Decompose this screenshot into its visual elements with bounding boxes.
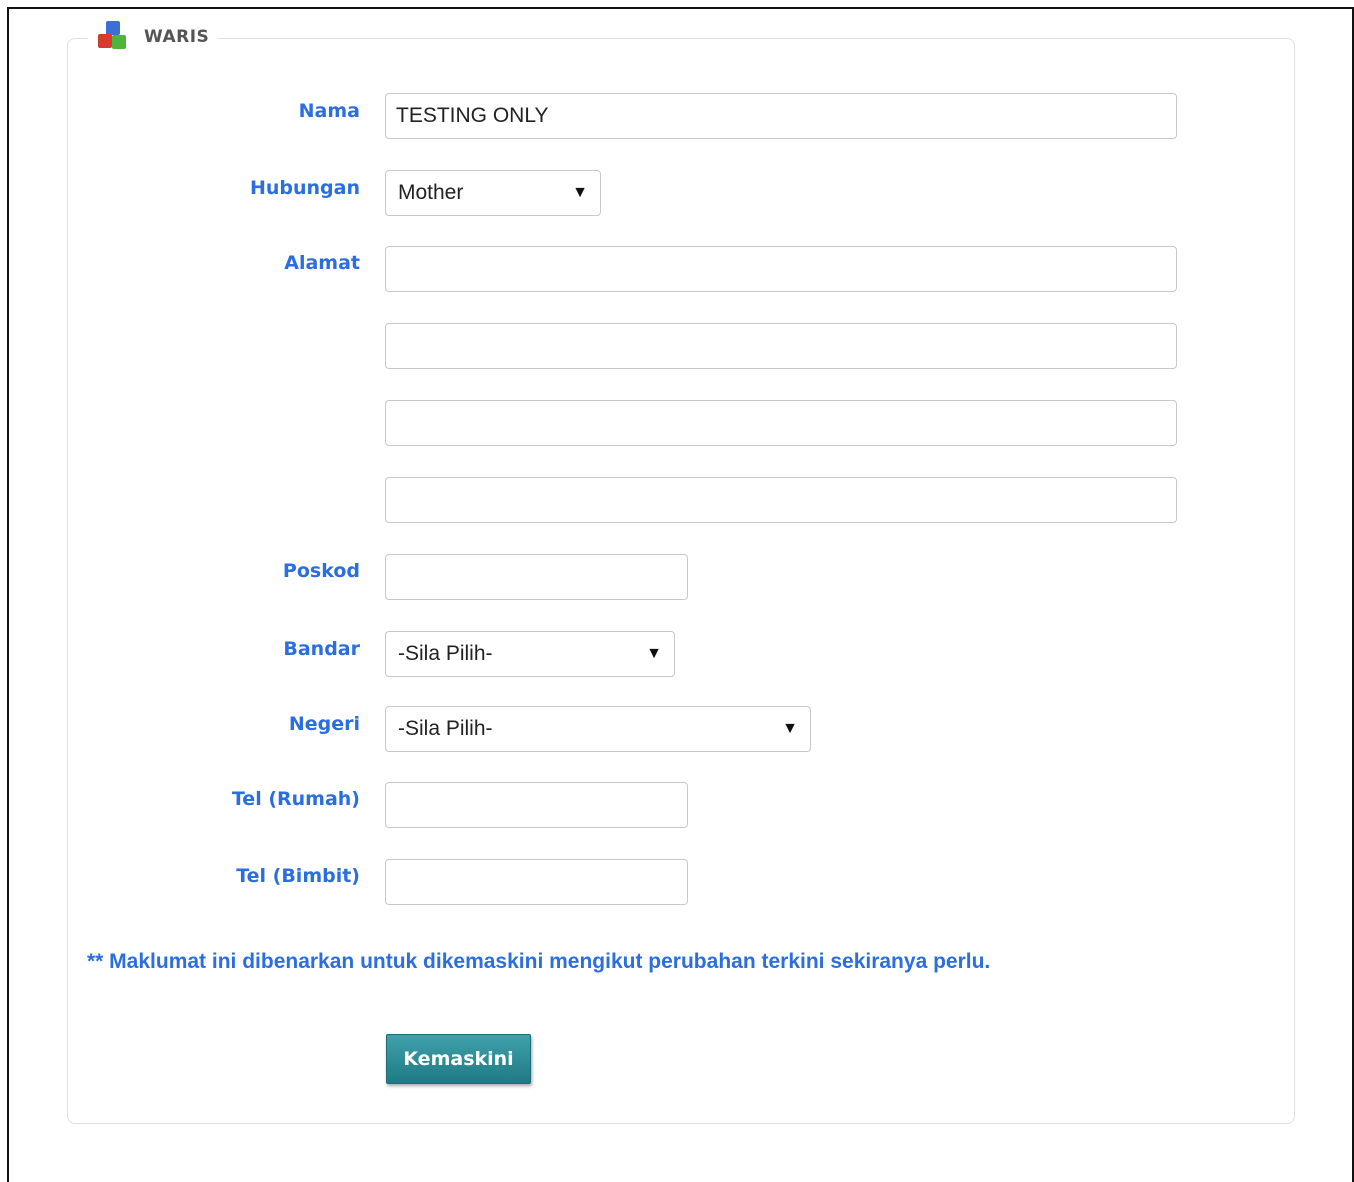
- tel-rumah-label: Tel (Rumah): [231, 788, 360, 810]
- bandar-selected: -Sila Pilih-: [398, 642, 493, 665]
- negeri-label: Negeri: [288, 713, 360, 735]
- negeri-select[interactable]: -Sila Pilih- ▼: [385, 706, 811, 752]
- alamat-input-1[interactable]: [385, 246, 1177, 292]
- info-note: ** Maklumat ini dibenarkan untuk dikemas…: [87, 950, 991, 973]
- poskod-label: Poskod: [282, 560, 360, 582]
- alamat-input-2[interactable]: [385, 323, 1177, 369]
- bandar-label: Bandar: [283, 638, 360, 660]
- alamat-input-3[interactable]: [385, 400, 1177, 446]
- tel-bimbit-label: Tel (Bimbit): [236, 865, 360, 887]
- poskod-input[interactable]: [385, 554, 688, 600]
- tel-bimbit-input[interactable]: [385, 859, 688, 905]
- hubungan-label: Hubungan: [249, 177, 360, 199]
- tel-rumah-input[interactable]: [385, 782, 688, 828]
- section-title: WARIS: [144, 27, 210, 47]
- dropdown-arrow-icon: ▼: [572, 184, 588, 201]
- alamat-label: Alamat: [284, 252, 360, 274]
- kemaskini-button[interactable]: Kemaskini: [386, 1034, 531, 1084]
- nama-label: Nama: [298, 100, 360, 122]
- negeri-selected: -Sila Pilih-: [398, 717, 493, 740]
- alamat-input-4[interactable]: [385, 477, 1177, 523]
- nama-input[interactable]: TESTING ONLY: [385, 93, 1177, 139]
- dropdown-arrow-icon: ▼: [646, 645, 662, 662]
- section-legend: WARIS: [88, 19, 218, 55]
- blocks-icon: [96, 21, 130, 53]
- hubungan-select[interactable]: Mother ▼: [385, 170, 601, 216]
- dropdown-arrow-icon: ▼: [782, 720, 798, 737]
- hubungan-selected: Mother: [398, 181, 464, 204]
- bandar-select[interactable]: -Sila Pilih- ▼: [385, 631, 675, 677]
